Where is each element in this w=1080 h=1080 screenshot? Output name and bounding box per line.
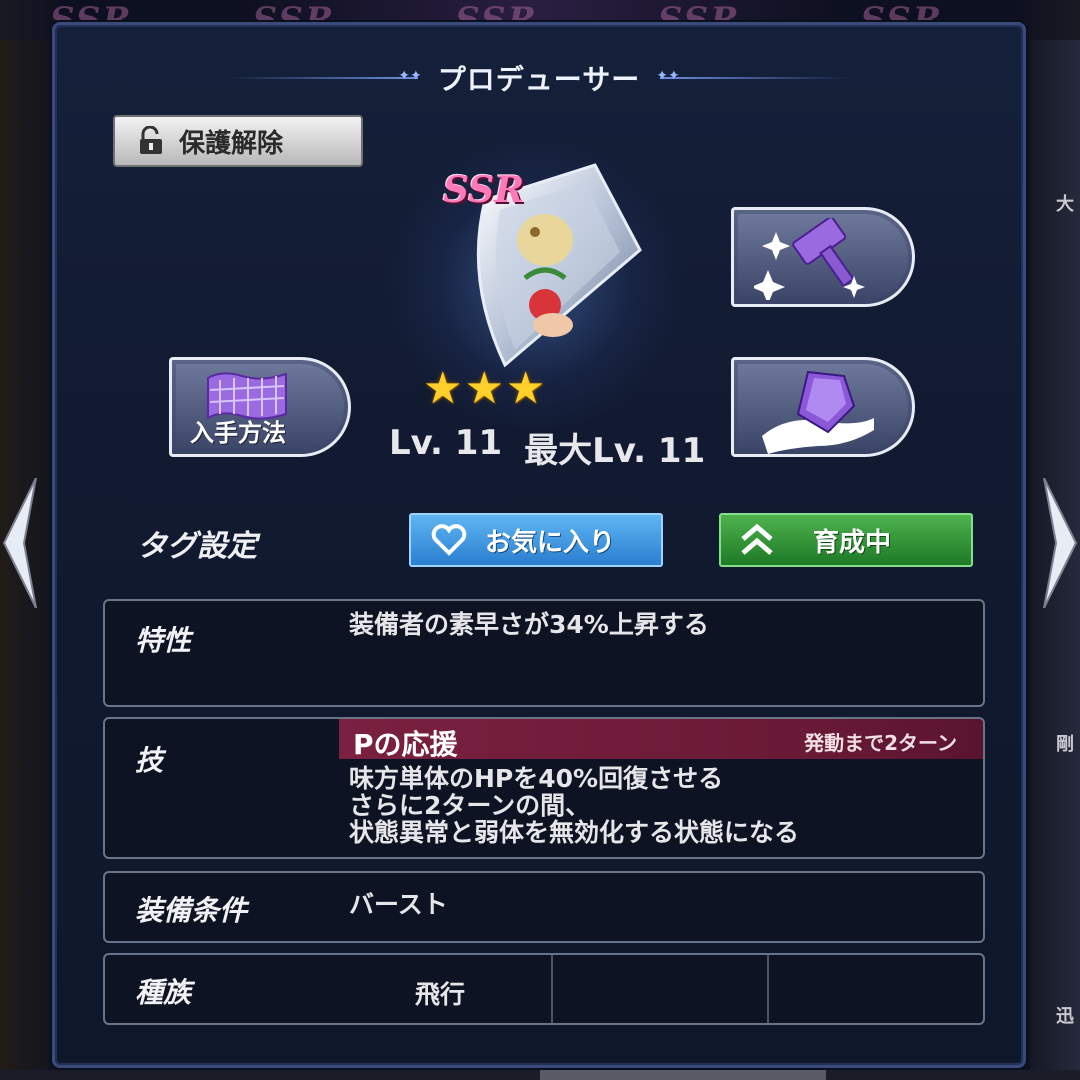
trait-label: 特性	[135, 624, 192, 657]
double-chevron-up-icon	[741, 523, 773, 555]
trait-text: 装備者の素早さが34%上昇する	[349, 610, 709, 639]
equip-condition-panel: 装備条件 バースト	[103, 871, 985, 943]
dialog-title-bar: ✦✦ プロデューサー ✦✦	[55, 55, 1023, 101]
how-to-obtain-label: 入手方法	[190, 419, 286, 447]
next-arrow[interactable]	[1036, 477, 1080, 609]
skill-description-line: 味方単体のHPを40%回復させる	[349, 764, 724, 793]
skill-label: 技	[135, 744, 164, 777]
race-cell-divider	[767, 955, 769, 1023]
skill-header: Pの応援 発動まで2ターン	[339, 719, 983, 761]
title-ornament-right: ✦✦	[656, 68, 851, 84]
heart-icon	[431, 524, 467, 556]
skill-panel: 技 Pの応援 発動まで2ターン 味方単体のHPを40%回復させる さらに2ターン…	[103, 717, 985, 859]
bg-glyph: 剛	[1056, 734, 1074, 755]
chevron-left-icon	[2, 477, 37, 609]
skill-description-line: さらに2ターンの間、	[349, 791, 591, 820]
skill-name: Pの応援	[353, 728, 458, 761]
tag-settings-label: タグ設定	[137, 529, 257, 564]
star-rating: ★ ★ ★	[423, 367, 545, 411]
trait-panel: 特性 装備者の素早さが34%上昇する	[103, 599, 985, 707]
previous-arrow[interactable]	[0, 477, 44, 609]
race-label: 種族	[135, 976, 192, 1009]
bg-glyph: 大	[1056, 194, 1074, 215]
enhance-button[interactable]	[731, 207, 915, 307]
unprotect-button[interactable]: 保護解除	[113, 115, 363, 167]
equip-button[interactable]	[731, 357, 915, 457]
star-icon: ★	[505, 363, 546, 414]
favorite-tag-button[interactable]: お気に入り	[409, 513, 663, 567]
skill-description-line: 状態異常と弱体を無効化する状態になる	[349, 818, 800, 847]
how-to-obtain-button[interactable]: 入手方法	[169, 357, 351, 457]
rarity-badge: SSR	[443, 169, 525, 211]
bg-glyph: 迅	[1056, 1006, 1074, 1027]
chevron-right-icon	[1043, 477, 1078, 609]
training-label: 育成中	[813, 527, 892, 558]
equip-condition-label: 装備条件	[135, 894, 248, 927]
hammer-sparkle-icon	[754, 218, 865, 300]
skill-cooldown: 発動まで2ターン	[804, 731, 957, 755]
title-ornament-left: ✦✦	[227, 68, 422, 84]
race-cell-divider	[551, 955, 553, 1023]
unlock-icon	[140, 126, 162, 154]
training-tag-button[interactable]: 育成中	[719, 513, 973, 567]
equip-condition-value: バースト	[349, 890, 448, 919]
favorite-label: お気に入り	[485, 527, 616, 558]
gem-hand-icon	[762, 370, 874, 454]
equipment-detail-dialog: ✦✦ プロデューサー ✦✦ 保護解除 SSR ★ ★ ★ Lv. 11 最大Lv…	[52, 22, 1026, 1068]
current-level: Lv. 11	[389, 423, 503, 463]
skill-description: 味方単体のHPを40%回復させる さらに2ターンの間、 状態異常と弱体を無効化す…	[349, 765, 799, 846]
race-panel: 種族 飛行	[103, 953, 985, 1025]
unprotect-label: 保護解除	[179, 128, 284, 159]
bottom-tab[interactable]	[540, 1070, 826, 1080]
level-info: Lv. 11 最大Lv. 11	[389, 423, 705, 472]
star-icon: ★	[464, 363, 504, 414]
page-title: プロデューサー	[437, 63, 641, 96]
race-value: 飛行	[415, 980, 466, 1009]
star-icon: ★	[423, 363, 463, 414]
max-level: 最大Lv. 11	[524, 431, 706, 471]
